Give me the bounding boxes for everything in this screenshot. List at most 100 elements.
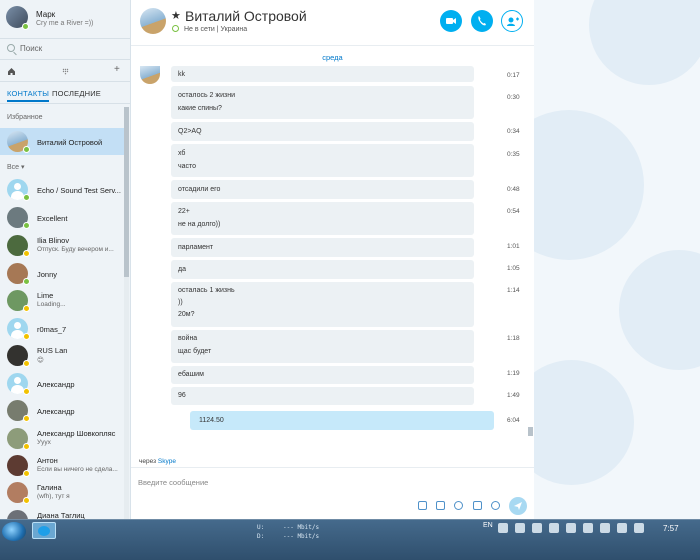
peer-avatar[interactable] — [140, 8, 166, 34]
send-button[interactable] — [509, 497, 527, 515]
contact-status-dot — [23, 305, 30, 312]
tray-icon[interactable] — [515, 523, 525, 533]
message-text: часто — [178, 163, 197, 170]
message-time: 0:35 — [507, 151, 520, 158]
message-text: война — [178, 335, 198, 342]
message-text: парламент — [178, 244, 214, 251]
network-icon[interactable] — [634, 523, 644, 533]
contact-row[interactable]: Excellent — [0, 204, 124, 231]
conversation-pane: ★ Виталий Островой Не в сети | Украина с… — [131, 0, 534, 519]
message[interactable]: отсадили его — [171, 180, 474, 199]
contact-row[interactable]: Lime Loading... — [0, 287, 124, 314]
add-people-button[interactable] — [501, 10, 523, 32]
divider — [0, 81, 130, 82]
contact-row[interactable]: Александр Шовкопляс Ууух — [0, 425, 124, 452]
send-file-icon[interactable] — [436, 501, 445, 510]
sender-avatar — [140, 66, 160, 84]
skype-taskbar-button[interactable] — [32, 522, 56, 539]
emoticon-icon[interactable] — [491, 501, 500, 510]
contact-name: Lime — [37, 291, 54, 300]
message[interactable]: 96 — [171, 387, 474, 405]
message[interactable]: Q2>AQ — [171, 122, 474, 141]
message[interactable]: осталась 1 жизнь)) 20м? — [171, 282, 474, 327]
tray-icon[interactable] — [549, 523, 559, 533]
contact-row[interactable]: Jonny — [0, 260, 124, 287]
contact-row[interactable]: r0mas_7 — [0, 315, 124, 342]
contact-row[interactable]: RUS Lan 😊 — [0, 342, 124, 369]
taskbar-clock[interactable]: 7:57 — [663, 524, 679, 533]
audio-call-button[interactable] — [471, 10, 493, 32]
home-icon[interactable] — [7, 67, 16, 76]
send-contact-icon[interactable] — [473, 501, 482, 510]
message[interactable]: осталось 2 жизни какие спины? — [171, 86, 474, 119]
divider — [0, 59, 130, 60]
contact-name: RUS Lan — [37, 346, 68, 355]
message-time: 0:54 — [507, 208, 520, 215]
contact-status-dot — [23, 278, 30, 285]
message-text: не на долго)) — [178, 221, 221, 228]
contact-row[interactable]: Echo / Sound Test Serv... — [0, 176, 124, 203]
profile-card[interactable]: Марк Cry me a River =)) — [6, 6, 126, 36]
contact-row[interactable]: Диана Таглиц — [0, 507, 124, 519]
contact-name: Галина — [37, 483, 62, 492]
start-button[interactable] — [2, 522, 26, 541]
message[interactable]: парламент — [171, 238, 474, 257]
contact-row[interactable]: Александр — [0, 370, 124, 397]
message-text: 22+ — [178, 208, 190, 215]
volume-icon[interactable] — [617, 523, 627, 533]
contact-status-dot — [23, 333, 30, 340]
peer-name[interactable]: Виталий Островой — [185, 8, 307, 24]
contact-avatar — [7, 510, 28, 519]
message[interactable]: 22+ не на долго)) — [171, 202, 474, 235]
search-field[interactable]: Поиск — [6, 43, 124, 55]
message-text: отсадили его — [178, 186, 221, 193]
send-image-icon[interactable] — [418, 501, 427, 510]
online-status-dot — [22, 23, 29, 30]
tray-icon[interactable] — [583, 523, 593, 533]
message[interactable]: kk — [171, 66, 474, 82]
message[interactable]: ебашим — [171, 366, 474, 384]
contact-name: Ilia Blinov — [37, 236, 70, 245]
contact-name: Александр Шовкопляс — [37, 429, 116, 438]
message-text: Q2>AQ — [178, 128, 202, 135]
contact-name: Диана Таглиц — [37, 511, 85, 519]
message[interactable]: война щас будет — [171, 330, 474, 363]
add-contact-button[interactable]: + — [114, 65, 120, 75]
tab-recent[interactable]: ПОСЛЕДНИЕ — [52, 89, 101, 98]
contact-name: Excellent — [37, 214, 68, 223]
message-text: ебашим — [178, 371, 204, 378]
message-text: )) — [178, 299, 183, 306]
favorite-star-icon[interactable]: ★ — [171, 9, 181, 22]
tray-icon[interactable] — [498, 523, 508, 533]
contact-row[interactable]: Галина (wfh), тут я — [0, 479, 124, 506]
favorite-contact[interactable]: Виталий Островой — [0, 128, 124, 155]
message-input[interactable]: Введите сообщение — [138, 478, 208, 487]
language-indicator[interactable]: EN — [483, 522, 493, 529]
via-app-link[interactable]: Skype — [158, 458, 176, 465]
video-camera-icon — [446, 18, 456, 24]
contact-mood: Ууух — [37, 439, 51, 446]
message-text: kk — [178, 71, 185, 78]
tray-icon[interactable] — [532, 523, 542, 533]
contacts-scroll-thumb[interactable] — [124, 107, 129, 277]
contact-name: Echo / Sound Test Serv... — [37, 186, 121, 195]
tab-contacts[interactable]: КОНТАКТЫ — [7, 89, 50, 102]
contact-row[interactable]: Ilia Blinov Отпуск. Буду вечером и... — [0, 232, 124, 259]
contact-status-dot — [23, 250, 30, 257]
message[interactable]: да — [171, 260, 474, 279]
contact-row[interactable]: Антон Если вы ничего не сдела... — [0, 452, 124, 479]
all-contacts-filter[interactable]: Все ▾ — [7, 163, 25, 171]
via-prefix: через — [139, 458, 158, 465]
taskbar: U: --- Mbit/s D: --- Mbit/s — [0, 519, 700, 560]
dial-pad-icon[interactable] — [62, 68, 69, 76]
divider — [0, 103, 130, 104]
contact-row[interactable]: Александр — [0, 397, 124, 424]
messages-scroll-thumb[interactable] — [528, 427, 533, 436]
tray-icon[interactable] — [600, 523, 610, 533]
outgoing-message[interactable]: 1124.50 — [190, 411, 494, 430]
message[interactable]: хб часто — [171, 144, 474, 177]
message-time: 1:05 — [507, 265, 520, 272]
video-call-button[interactable] — [440, 10, 462, 32]
video-message-icon[interactable] — [454, 501, 463, 510]
tray-icon[interactable] — [566, 523, 576, 533]
